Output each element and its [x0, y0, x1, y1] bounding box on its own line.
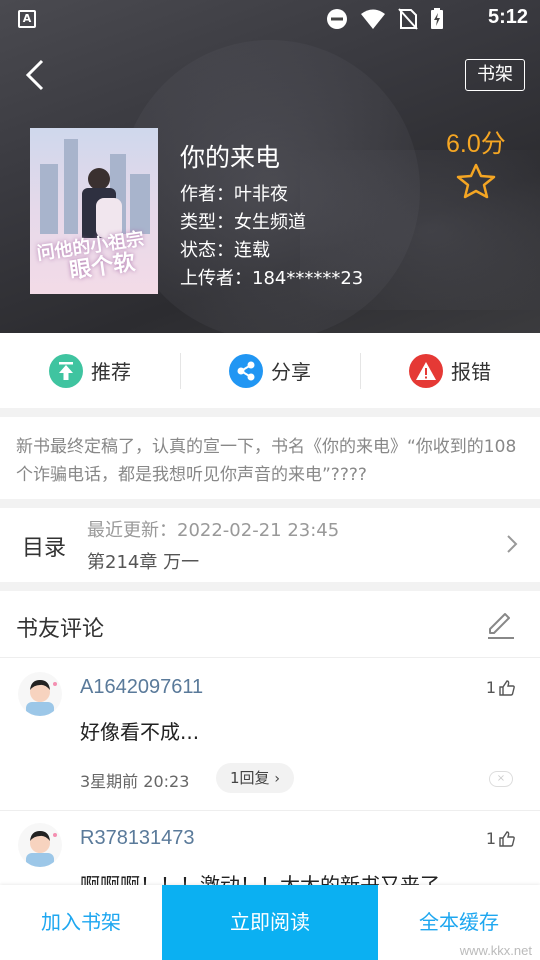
star-rating-icon[interactable]	[455, 163, 497, 199]
comment-item: R378131473 1 啊啊啊！！！激动！！太太的新书又来了	[0, 811, 540, 897]
read-now-button[interactable]: 立即阅读	[162, 885, 378, 960]
cover-building	[130, 174, 150, 234]
like-button[interactable]: 1	[486, 678, 516, 697]
comments-section: 书友评论 A1642097611 1 好像看不成... 3星期前 20:23 1…	[0, 591, 540, 897]
book-status: 状态：连载	[180, 240, 270, 261]
book-uploader: 上传者：184******23	[180, 268, 364, 289]
cover-figure-head	[88, 168, 110, 190]
share-button[interactable]: 分享	[180, 333, 360, 408]
report-error-icon	[409, 353, 443, 388]
bookshelf-button[interactable]: 书架	[465, 59, 525, 91]
wifi-icon	[361, 9, 385, 29]
thumbs-up-icon	[499, 679, 515, 696]
comments-heading: 书友评论	[16, 617, 105, 642]
recommend-label: 推荐	[91, 360, 131, 384]
status-bar: A 5:12	[0, 0, 540, 38]
like-button[interactable]: 1	[486, 829, 516, 848]
book-header: A 5:12 书架 问他的小祖宗 眼个软 你的来电 作者：叶非夜 类型：女生频道…	[0, 0, 540, 333]
delete-comment-icon[interactable]: ×	[489, 771, 513, 787]
action-row: 推荐 分享 报错	[0, 333, 540, 408]
comment-username[interactable]: R378131473	[80, 827, 195, 850]
app-notification-icon: A	[18, 10, 36, 28]
like-count: 1	[485, 829, 496, 848]
no-sim-icon	[398, 8, 418, 30]
chevron-right-icon: ›	[274, 771, 280, 787]
watermark: www.kkx.net	[459, 943, 532, 958]
like-count: 1	[485, 678, 496, 697]
book-genre: 类型：女生频道	[180, 212, 306, 233]
table-of-contents-row[interactable]: 目录 最近更新：2022-02-21 23:45 第214章 万一	[0, 508, 540, 582]
avatar[interactable]	[18, 823, 62, 867]
reply-count-button[interactable]: 1回复 ›	[216, 763, 294, 793]
share-icon	[229, 353, 263, 388]
avatar[interactable]	[18, 672, 62, 716]
report-error-button[interactable]: 报错	[360, 333, 540, 408]
latest-chapter: 第214章 万一	[87, 552, 200, 573]
battery-charging-icon	[431, 8, 443, 29]
book-author: 作者：叶非夜	[180, 184, 288, 205]
reply-count: 1回复	[230, 769, 270, 787]
status-icons	[326, 8, 444, 30]
chevron-right-icon	[507, 535, 518, 553]
latest-update-time: 最近更新：2022-02-21 23:45	[87, 520, 340, 541]
toc-label: 目录	[22, 536, 67, 561]
recommend-icon	[49, 353, 83, 388]
cover-building	[40, 164, 58, 234]
do-not-disturb-icon	[327, 9, 347, 29]
thumbs-up-icon	[499, 830, 515, 847]
book-title: 你的来电	[180, 143, 281, 172]
comment-time: 3星期前 20:23	[80, 772, 190, 791]
cover-title-art: 问他的小祖宗 眼个软	[35, 228, 146, 285]
book-cover: 问他的小祖宗 眼个软	[30, 128, 158, 294]
comment-item: A1642097611 1 好像看不成... 3星期前 20:23 1回复 › …	[0, 658, 540, 810]
recommend-button[interactable]: 推荐	[0, 333, 180, 408]
back-arrow-icon[interactable]	[20, 58, 50, 92]
clock: 5:12	[487, 6, 528, 28]
share-label: 分享	[271, 360, 311, 384]
comment-username[interactable]: A1642097611	[80, 676, 203, 699]
book-description: 新书最终定稿了，认真的宣一下，书名《你的来电》“你收到的108个诈骗电话，都是我…	[0, 417, 540, 499]
bottom-action-bar: 加入书架 立即阅读 全本缓存 www.kkx.net	[0, 885, 540, 960]
write-comment-icon[interactable]	[484, 609, 516, 641]
add-to-shelf-button[interactable]: 加入书架	[0, 885, 162, 960]
cover-building	[64, 139, 78, 234]
comment-text: 好像看不成...	[80, 720, 200, 744]
book-score: 6.0分	[446, 130, 506, 158]
report-error-label: 报错	[451, 360, 491, 384]
